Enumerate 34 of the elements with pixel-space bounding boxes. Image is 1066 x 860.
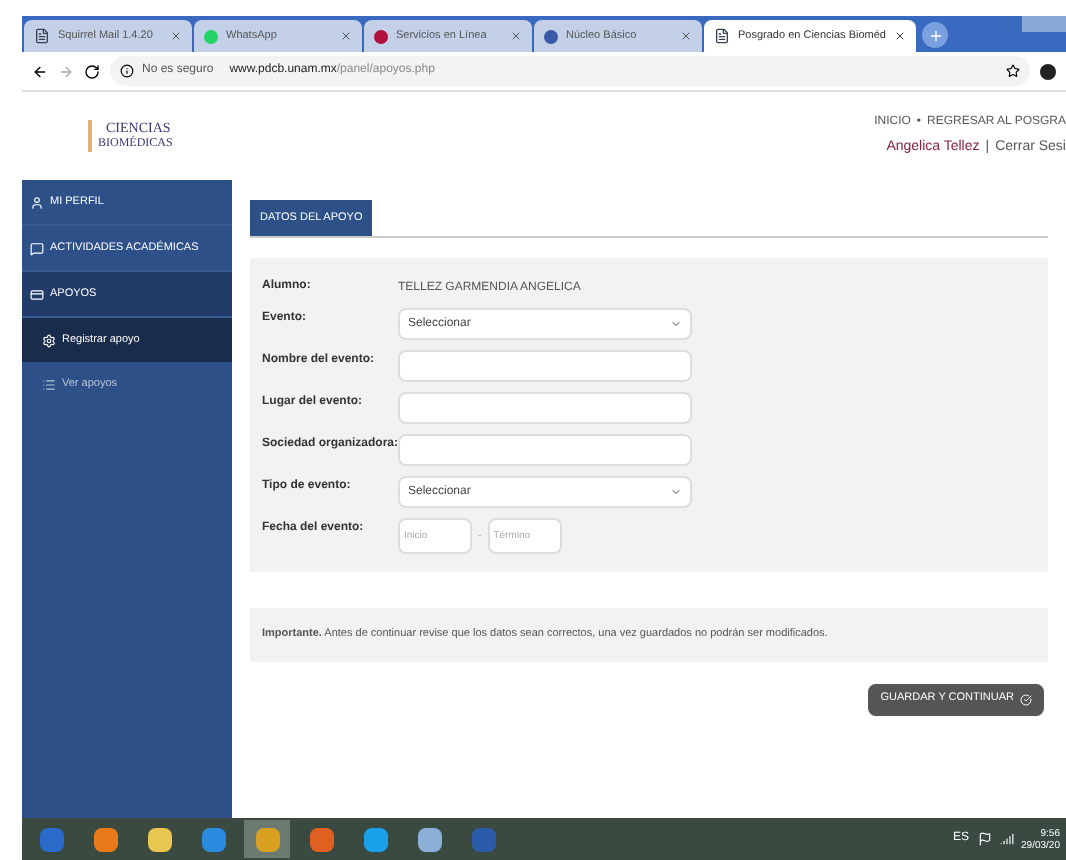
- info-icon: [120, 64, 134, 78]
- page-icon: [714, 28, 730, 44]
- flag-icon[interactable]: [977, 832, 992, 846]
- app-icon: [471, 827, 495, 851]
- page-icon: [34, 28, 50, 44]
- reload-icon[interactable]: [84, 63, 100, 79]
- card-icon: [30, 287, 44, 301]
- close-icon[interactable]: [894, 30, 906, 42]
- app-icon: [255, 827, 279, 851]
- signal-icon[interactable]: [999, 832, 1014, 846]
- app-icon: [93, 827, 117, 851]
- app-icon: [417, 827, 441, 851]
- plus-icon: [927, 27, 943, 43]
- chat-icon: [30, 241, 44, 255]
- window-controls-drawing: [1022, 16, 1066, 32]
- app-icon: [363, 827, 387, 851]
- list-icon: [42, 377, 56, 391]
- back-icon[interactable]: [32, 63, 48, 79]
- input-field[interactable]: [398, 434, 692, 467]
- app-icon: [39, 827, 63, 851]
- caret-icon: [670, 486, 682, 499]
- bookmark-star-icon[interactable]: [1006, 64, 1020, 78]
- forward-icon[interactable]: [58, 63, 74, 79]
- profile-avatar[interactable]: [1040, 63, 1056, 79]
- input-field[interactable]: [398, 392, 692, 425]
- gear-icon: [42, 333, 56, 347]
- input-field[interactable]: [398, 350, 692, 383]
- caret-icon: [670, 318, 682, 331]
- app-icon: [309, 827, 333, 851]
- app-icon: [201, 827, 225, 851]
- check-circle-icon: [1020, 693, 1032, 705]
- new-tab-button[interactable]: [922, 22, 948, 48]
- user-icon: [30, 195, 44, 209]
- app-icon: [147, 827, 171, 851]
